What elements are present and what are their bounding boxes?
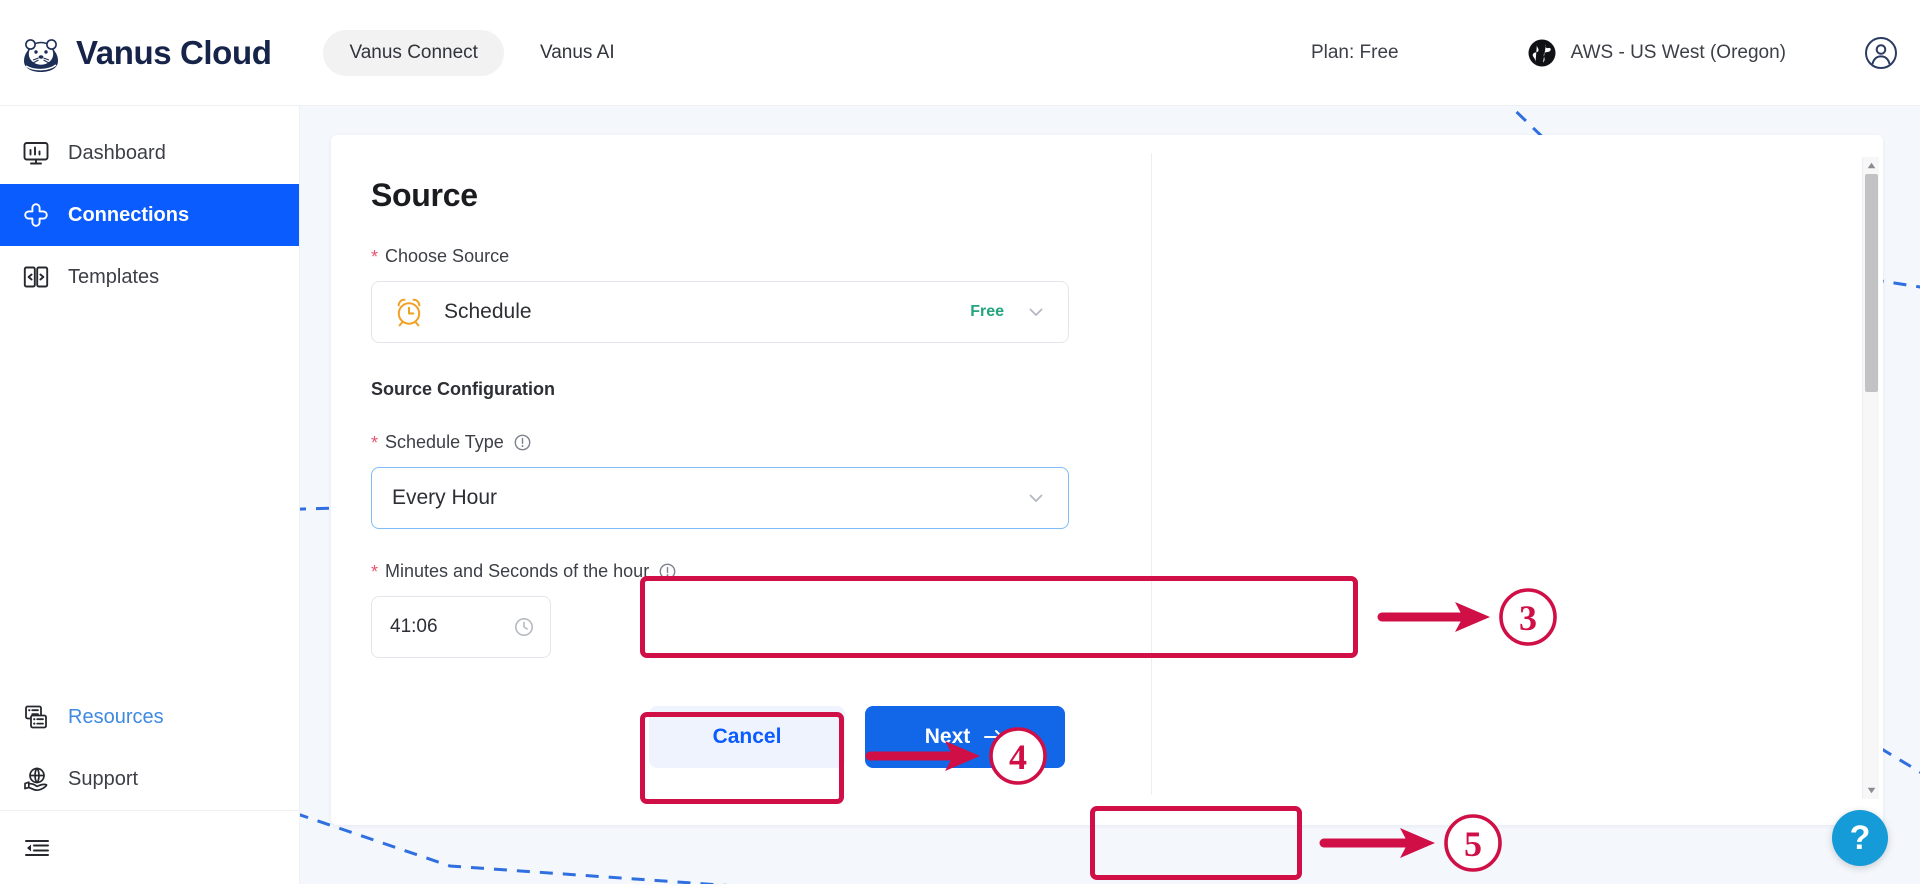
sidebar-item-label: Support [68,767,139,790]
source-configuration-label: Source Configuration [371,379,555,399]
region-selector[interactable]: AWS - US West (Oregon) [1527,38,1786,68]
info-circle-icon[interactable] [659,563,676,580]
page-title: Source [371,177,478,213]
minutes-seconds-value: 41:06 [390,616,438,637]
monitor-chart-icon [23,142,49,165]
form-actions: Cancel Next [649,706,1071,768]
resources-icon [25,705,47,729]
help-button[interactable]: ? [1832,810,1888,866]
tab-vanus-ai[interactable]: Vanus AI [514,30,641,76]
scroll-up-arrow-glyph [1867,162,1876,169]
choose-source-value: Schedule [444,300,532,323]
next-button-label: Next [924,725,971,748]
choose-source-label-text: Choose Source [385,246,510,266]
clock-icon [515,618,533,636]
app-root: Vanus Cloud Vanus Connect Vanus AI Plan:… [0,0,1920,884]
sidebar-item-connections[interactable]: Connections [0,184,299,246]
collapse-sidebar-icon [25,839,49,856]
scroll-down-arrow-icon[interactable] [1863,782,1880,799]
card-divider [1151,153,1152,795]
schedule-type-value: Every Hour [392,486,498,509]
source-tier-badge: Free [970,303,1004,320]
arrow-right-icon [984,730,1004,744]
svg-text:5: 5 [1464,824,1482,864]
header-right: Plan: Free AWS - US West (Oregon) [1311,36,1920,70]
sidebar-item-label: Connections [68,203,190,226]
info-circle-icon[interactable] [514,434,531,451]
user-circle-icon[interactable] [1864,36,1898,70]
sidebar-item-label: Resources [68,705,164,728]
otter-logo-icon [24,38,58,74]
sidebar-bottom-nav: Resources Support [0,686,299,884]
schedule-type-label-text: Schedule Type [385,432,504,452]
templates-icon [23,266,49,288]
sidebar-collapse-button[interactable] [0,810,299,884]
header-tabs: Vanus Connect Vanus AI [323,29,641,76]
top-header: Vanus Cloud Vanus Connect Vanus AI Plan:… [0,0,1920,106]
brand-name: Vanus Cloud [76,33,272,71]
scroll-up-arrow-icon[interactable] [1863,157,1880,174]
sidebar-item-label: Templates [68,265,160,288]
schedule-type-select[interactable]: Every Hour [371,467,1069,529]
alarm-clock-icon [397,298,421,327]
globe-icon [1528,39,1556,66]
card-scrollbar[interactable] [1862,157,1879,799]
sidebar-item-dashboard[interactable]: Dashboard [0,122,299,184]
brand[interactable]: Vanus Cloud [18,30,272,76]
support-globe-hand-icon [24,767,48,792]
scrollbar-track[interactable] [1863,174,1880,782]
connections-icon [24,203,48,227]
sidebar-item-templates[interactable]: Templates [0,246,299,308]
schedule-type-select-wrap: Every Hour [371,467,1069,529]
choose-source-select[interactable]: Schedule Free [371,281,1069,343]
sidebar-top-nav: Dashboard Connections Templates [0,106,299,308]
schedule-type-label: * Schedule Type [371,432,1071,453]
cancel-button[interactable]: Cancel [649,706,845,768]
tab-vanus-connect[interactable]: Vanus Connect [323,29,504,76]
plan-label: Plan: Free [1310,41,1399,63]
source-form: Source * Choose Source Schedule Free Sou… [371,177,1071,768]
scrollbar-thumb[interactable] [1865,174,1878,392]
required-marker: * [371,561,379,582]
chevron-down-icon [1029,308,1043,316]
minutes-seconds-input[interactable]: 41:06 [371,596,551,658]
minutes-seconds-input-wrap: 41:06 [371,596,551,658]
page-body: Source * Choose Source Schedule Free Sou… [300,106,1920,884]
source-step-card: Source * Choose Source Schedule Free Sou… [331,135,1883,825]
required-marker: * [371,246,379,267]
chevron-down-icon [1029,494,1043,502]
minutes-seconds-label-text: Minutes and Seconds of the hour [385,561,650,581]
sidebar: Dashboard Connections Templates Resource… [0,106,300,884]
sidebar-item-support[interactable]: Support [0,748,299,810]
minutes-seconds-label: * Minutes and Seconds of the hour [371,561,1071,582]
choose-source-label: * Choose Source [371,246,1071,267]
sidebar-item-label: Dashboard [68,141,166,164]
sidebar-item-resources[interactable]: Resources [0,686,299,748]
next-button[interactable]: Next [865,706,1065,768]
scroll-down-arrow-glyph [1867,787,1876,794]
required-marker: * [371,432,379,453]
region-label: AWS - US West (Oregon) [1570,41,1786,63]
